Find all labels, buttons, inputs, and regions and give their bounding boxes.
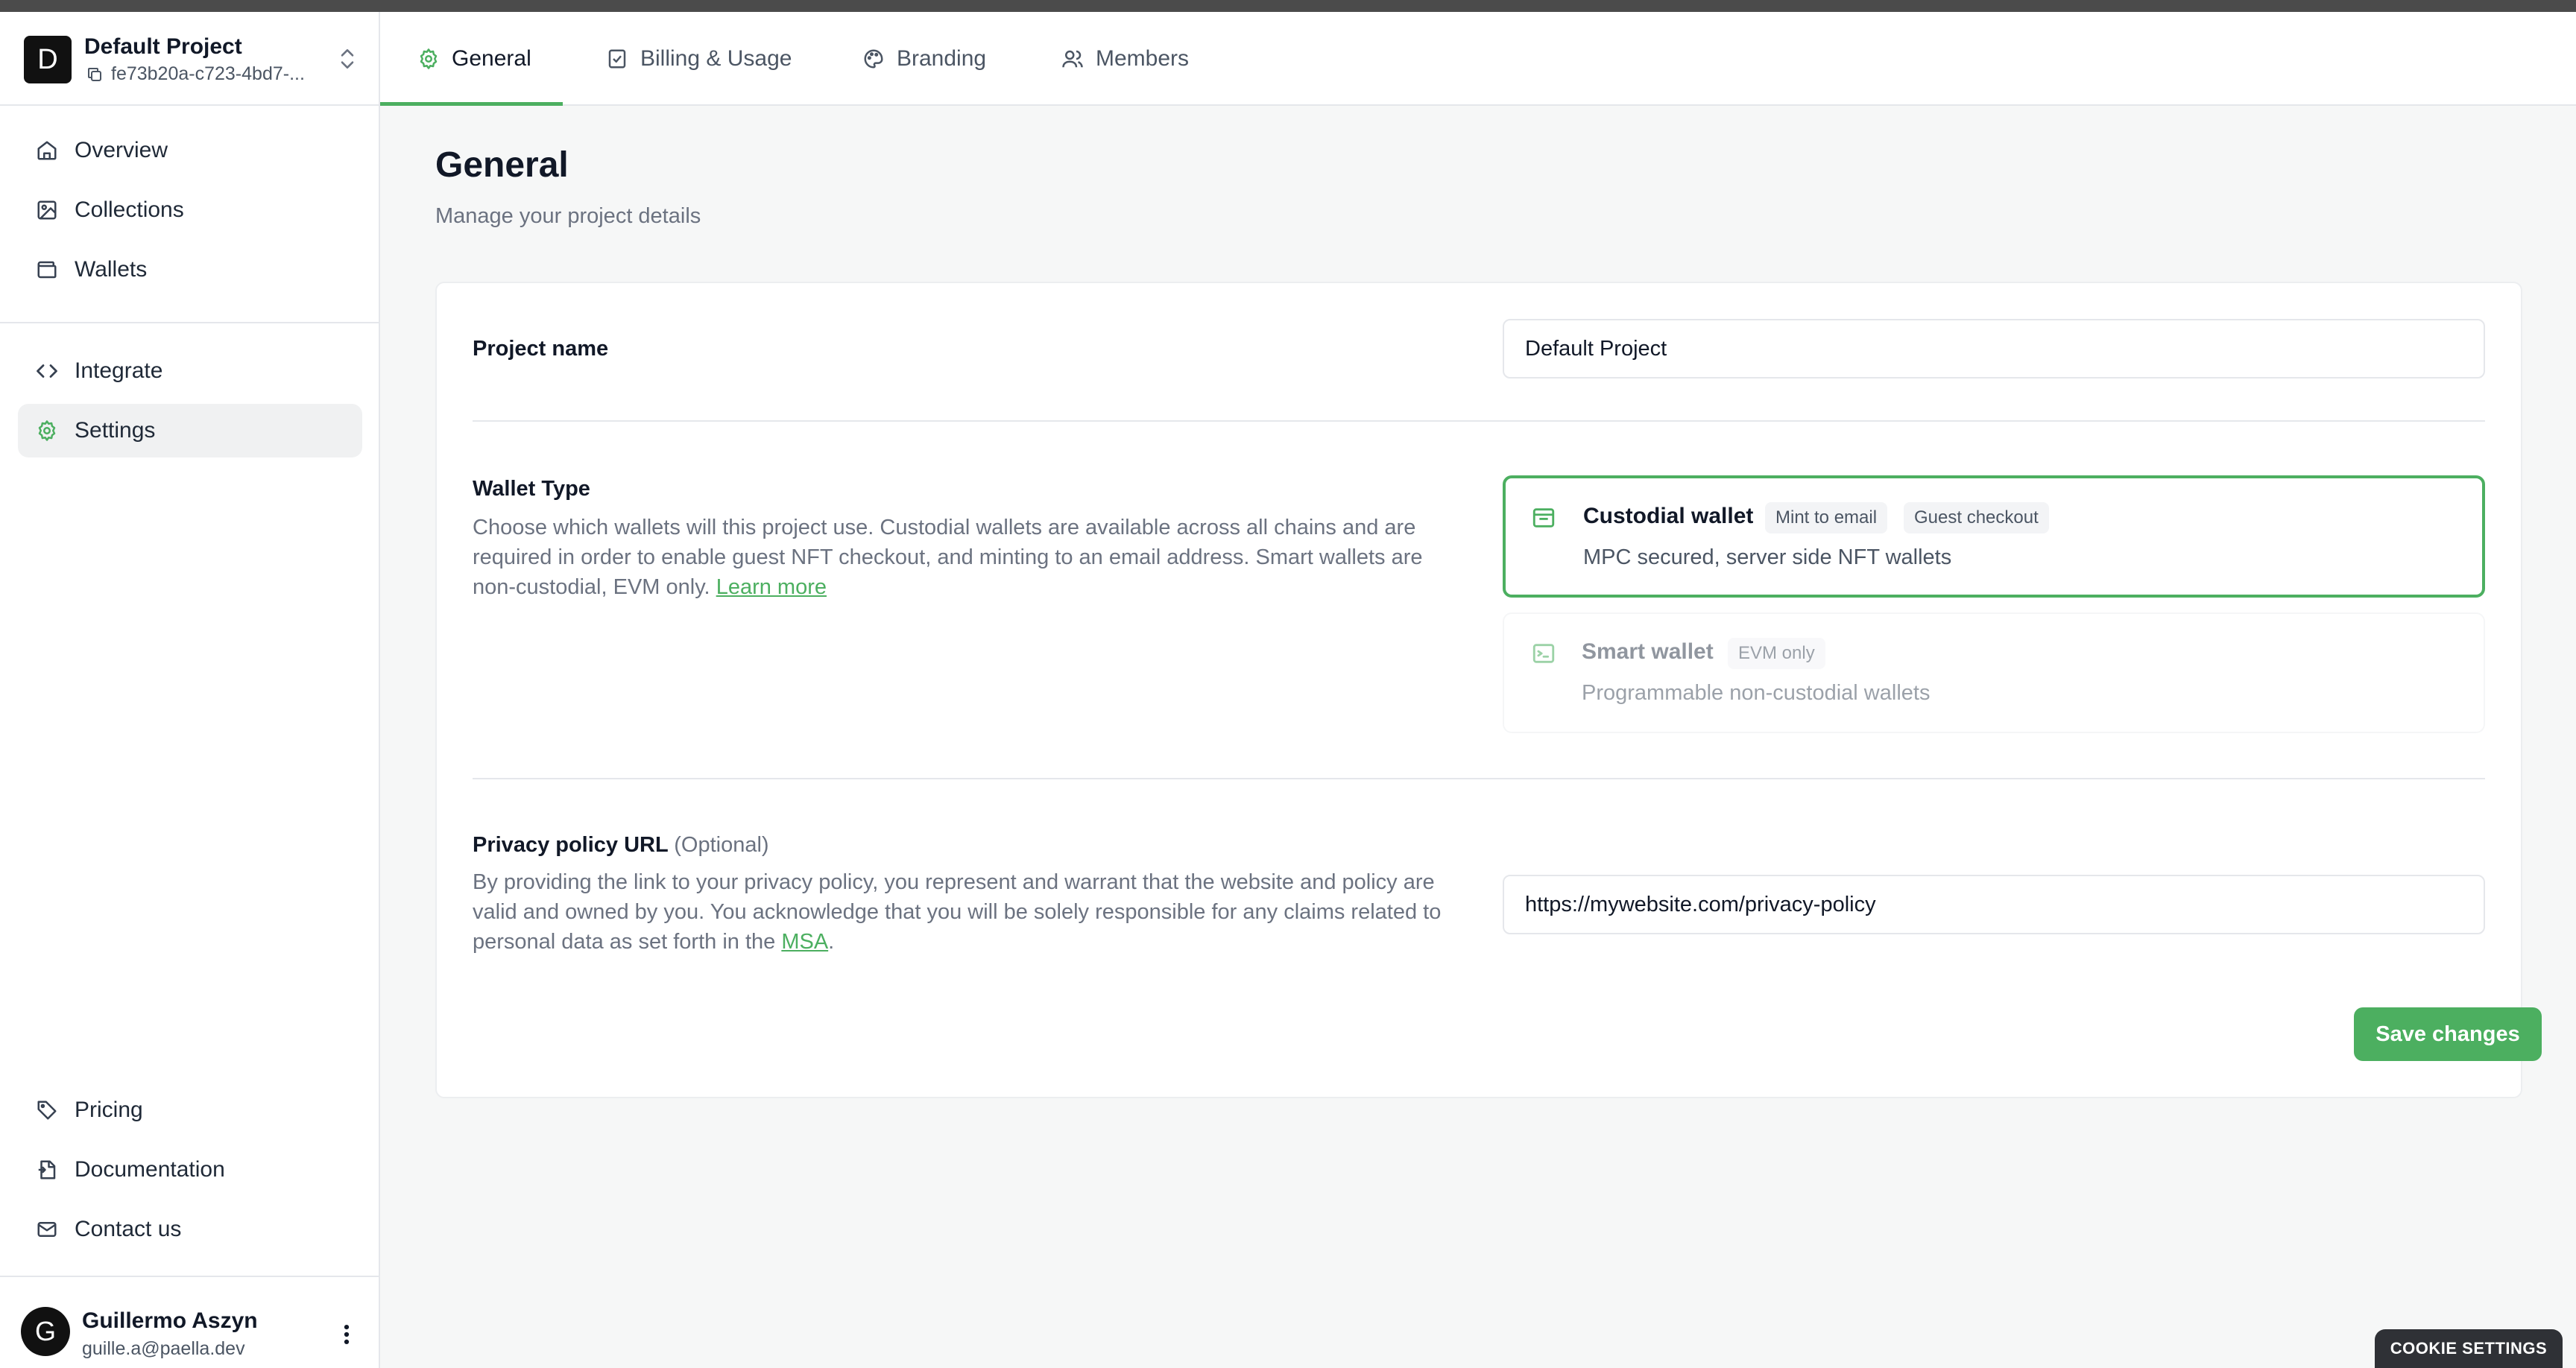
sidebar-item-contact[interactable]: Contact us <box>18 1203 362 1256</box>
nav-secondary: Integrate Settings <box>18 344 362 463</box>
sidebar-item-label: Documentation <box>75 1157 225 1182</box>
badge-guest-checkout: Guest checkout <box>1904 502 2049 533</box>
tag-icon <box>37 1101 57 1120</box>
window-top-strip <box>0 0 2576 12</box>
main-content: General Manage your project details Proj… <box>380 106 2576 1368</box>
user-name: Guillermo Aszyn <box>82 1308 258 1333</box>
sidebar-item-overview[interactable]: Overview <box>18 124 362 177</box>
tab-label: General <box>452 46 531 71</box>
page-subtitle: Manage your project details <box>435 204 701 228</box>
sidebar-item-pricing[interactable]: Pricing <box>18 1083 362 1137</box>
settings-tabs: General Billing & Usage Branding Members <box>380 12 2576 106</box>
document-icon <box>38 1160 56 1179</box>
wallet-option-title: Custodial wallet <box>1583 504 1754 528</box>
tab-label: Members <box>1096 46 1190 71</box>
project-name-input[interactable] <box>1503 319 2485 379</box>
page-title: General <box>435 145 569 185</box>
code-icon <box>37 364 57 378</box>
sidebar-item-label: Settings <box>75 418 156 443</box>
project-id: fe73b20a-c723-4bd7-... <box>111 63 305 84</box>
project-name-label: Project name <box>473 337 609 361</box>
more-vertical-icon[interactable] <box>337 1322 356 1347</box>
user-email: guille.a@paella.dev <box>82 1338 245 1359</box>
privacy-label: Privacy policy URL (Optional) <box>473 833 769 857</box>
section-divider <box>473 778 2485 779</box>
sidebar-item-label: Collections <box>75 197 184 222</box>
wallet-type-label: Wallet Type <box>473 477 590 501</box>
section-divider <box>473 420 2485 422</box>
project-name: Default Project <box>84 34 242 59</box>
sidebar-item-integrate[interactable]: Integrate <box>18 344 362 398</box>
tab-general[interactable]: General <box>417 12 531 106</box>
wallet-option-smart[interactable]: Smart wallet EVM only Programmable non-c… <box>1503 612 2485 733</box>
badge-evm-only: EVM only <box>1728 638 1825 669</box>
mail-icon <box>37 1222 57 1237</box>
tab-branding[interactable]: Branding <box>862 12 986 106</box>
sidebar-item-collections[interactable]: Collections <box>18 183 362 237</box>
gear-icon <box>38 420 56 441</box>
wallet-option-title: Smart wallet <box>1582 639 1714 664</box>
sidebar-item-label: Contact us <box>75 1217 182 1241</box>
tab-billing[interactable]: Billing & Usage <box>606 12 792 106</box>
msa-link[interactable]: MSA <box>781 930 828 954</box>
save-button[interactable]: Save changes <box>2354 1007 2542 1061</box>
settings-card: Project name Wallet Type Choose which wa… <box>435 282 2542 1098</box>
sidebar-item-label: Integrate <box>75 358 163 383</box>
wallet-option-custodial[interactable]: Custodial wallet Mint to email Guest che… <box>1503 475 2485 598</box>
sidebar-item-label: Wallets <box>75 257 148 282</box>
palette-icon <box>864 49 883 69</box>
user-profile[interactable]: G Guillermo Aszyn guille.a@paella.dev <box>0 1276 379 1368</box>
gear-icon <box>420 48 438 69</box>
privacy-description: By providing the link to your privacy po… <box>473 870 1442 954</box>
wallet-icon <box>37 261 57 279</box>
image-icon <box>37 200 57 220</box>
wallet-type-description: Choose which wallets will this project u… <box>473 516 1423 599</box>
cookie-settings-button[interactable]: COOKIE SETTINGS <box>2375 1329 2563 1368</box>
chevron-up-down-icon[interactable] <box>337 46 358 72</box>
inbox-icon <box>1532 508 1555 528</box>
nav-divider <box>0 322 379 323</box>
users-icon <box>1062 50 1083 68</box>
home-icon <box>37 141 57 160</box>
sidebar-item-wallets[interactable]: Wallets <box>18 243 362 297</box>
terminal-icon <box>1532 644 1555 663</box>
learn-more-link[interactable]: Learn more <box>716 575 827 599</box>
sidebar-item-label: Overview <box>75 138 168 162</box>
nav-footer: Pricing Documentation Contact us <box>18 1083 362 1262</box>
tab-label: Branding <box>897 46 987 71</box>
wallet-option-subtitle: Programmable non-custodial wallets <box>1582 681 1931 705</box>
sidebar: D Default Project fe73b20a-c723-4bd7-...… <box>0 12 380 1368</box>
badge-mint-to-email: Mint to email <box>1765 502 1888 533</box>
sidebar-item-settings[interactable]: Settings <box>18 404 362 457</box>
wallet-option-subtitle: MPC secured, server side NFT wallets <box>1583 545 1952 569</box>
tab-label: Billing & Usage <box>640 46 792 71</box>
avatar: G <box>21 1307 70 1356</box>
privacy-url-input[interactable] <box>1503 875 2485 934</box>
tab-members[interactable]: Members <box>1061 12 1189 106</box>
nav-primary: Overview Collections Wallets <box>18 124 362 303</box>
sidebar-item-documentation[interactable]: Documentation <box>18 1143 362 1197</box>
project-switcher[interactable]: D Default Project fe73b20a-c723-4bd7-... <box>0 12 379 106</box>
project-avatar: D <box>24 36 72 83</box>
copy-icon[interactable] <box>86 66 104 83</box>
receipt-icon <box>608 49 626 69</box>
sidebar-item-label: Pricing <box>75 1098 143 1122</box>
